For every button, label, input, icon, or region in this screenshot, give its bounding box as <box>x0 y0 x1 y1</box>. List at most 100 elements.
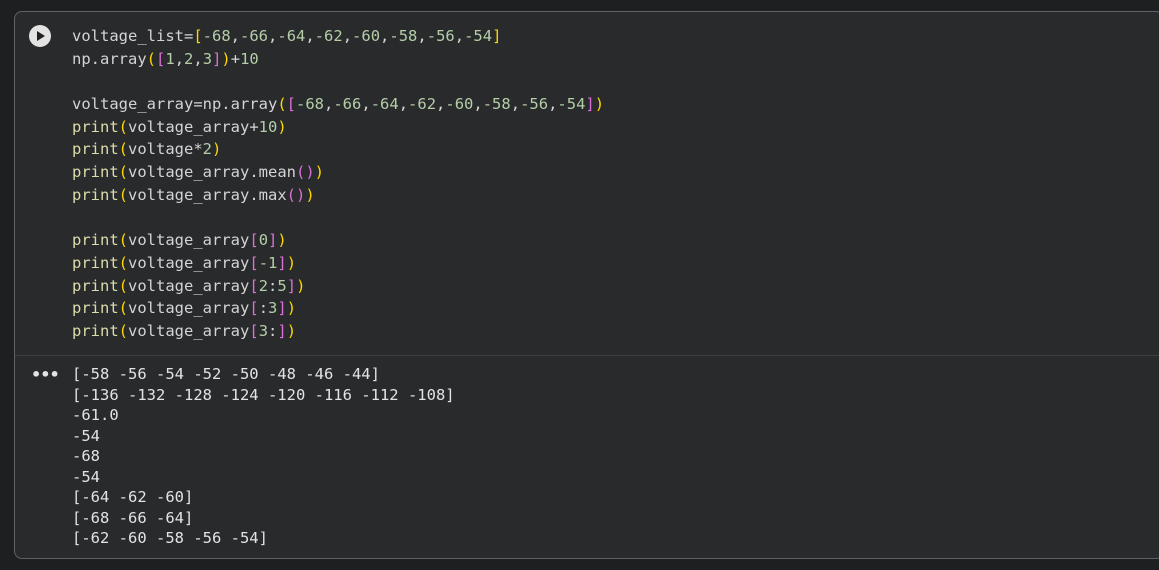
code-token: [ <box>249 253 259 272</box>
code-token: print <box>72 163 119 182</box>
code-token: voltage_array.mean <box>128 163 296 182</box>
code-token: ) <box>314 163 325 182</box>
code-token: ] <box>277 253 287 272</box>
code-token: -62 <box>314 27 343 45</box>
code-token: () <box>296 163 315 182</box>
code-token: [ <box>249 231 259 250</box>
code-token: , <box>436 95 446 114</box>
code-token: voltage_array <box>128 231 250 250</box>
code-line: print(voltage_array.max()) <box>72 184 1153 207</box>
code-token: voltage_array.max <box>128 185 287 204</box>
code-token: voltage* <box>128 140 203 159</box>
code-token: -56 <box>520 95 549 114</box>
code-token: , <box>398 95 409 114</box>
code-token: ) <box>286 253 297 272</box>
code-token: 2 <box>184 49 194 68</box>
code-token: voltage_array <box>128 299 250 318</box>
output-line: [-64 -62 -60] <box>72 488 194 506</box>
code-token: , <box>230 27 241 45</box>
output-line: [-136 -132 -128 -124 -120 -116 -112 -108… <box>72 385 455 404</box>
code-line: voltage_list=[-68,-66,-64,-62,-60,-58,-5… <box>72 25 1153 48</box>
code-token: -54 <box>464 27 493 45</box>
code-token: ] <box>277 321 287 340</box>
output-line: [-58 -56 -54 -52 -50 -48 -46 -44] <box>72 365 380 383</box>
code-token: 2 <box>258 276 269 295</box>
code-token: -58 <box>389 27 418 45</box>
code-token: print <box>72 321 119 340</box>
code-token: print <box>72 185 119 204</box>
code-token: 10 <box>240 49 259 68</box>
output-line: -68 <box>72 447 100 465</box>
code-token: -1 <box>258 253 278 272</box>
code-token: , <box>361 95 371 114</box>
code-token: -68 <box>202 27 231 45</box>
code-token: -64 <box>370 95 399 114</box>
code-token: ] <box>212 49 222 68</box>
code-token: ] <box>268 231 278 250</box>
code-token: -68 <box>296 95 324 114</box>
code-token: voltage_array+ <box>128 117 259 136</box>
code-token: -54 <box>557 95 586 114</box>
code-token: 3 <box>202 49 213 68</box>
code-token: ( <box>118 299 129 318</box>
code-token: 1 <box>165 49 175 68</box>
code-token: , <box>510 95 521 114</box>
code-token: -60 <box>352 27 381 45</box>
code-token: -64 <box>277 27 306 45</box>
code-token: ( <box>118 276 129 295</box>
code-token: print <box>72 253 119 272</box>
code-token: , <box>454 27 465 45</box>
code-line: print(voltage*2) <box>72 138 1153 161</box>
code-token: ( <box>118 185 129 204</box>
code-token: voltage_array <box>128 321 250 340</box>
run-cell-button[interactable] <box>29 25 51 47</box>
code-token: 5 <box>277 276 287 295</box>
cell-output: [-58 -56 -54 -52 -50 -48 -46 -44] [-136 -… <box>72 364 455 549</box>
code-token: ) <box>277 231 287 250</box>
code-token: , <box>380 27 390 45</box>
code-line: print(voltage_array[-1]) <box>72 252 1153 275</box>
code-token: , <box>324 95 334 114</box>
code-token: ) <box>296 276 306 295</box>
code-token: ) <box>286 299 297 318</box>
code-token: : <box>258 299 269 318</box>
code-token: -66 <box>333 95 362 114</box>
code-line: print(voltage_array+10) <box>72 116 1153 139</box>
code-token: -58 <box>482 95 511 114</box>
code-token: [ <box>286 95 296 114</box>
code-line: print(voltage_array[0]) <box>72 229 1153 252</box>
output-line: -61.0 <box>72 406 119 424</box>
code-token: print <box>72 140 119 159</box>
code-token: np.array <box>72 49 147 68</box>
code-token: , <box>193 49 203 68</box>
code-token: : <box>268 321 278 340</box>
code-line: np.array([1,2,3])+10 <box>72 48 1153 71</box>
code-token: ( <box>118 231 129 250</box>
code-token: 10 <box>258 117 278 136</box>
code-token: voltage_list= <box>72 27 194 45</box>
code-token: print <box>72 231 119 250</box>
code-token: ( <box>277 95 287 114</box>
code-token: , <box>417 27 427 45</box>
code-token: 3 <box>268 299 278 318</box>
code-token: ( <box>118 140 129 159</box>
output-menu-button[interactable]: ••• <box>31 364 60 386</box>
code-token: print <box>72 299 119 318</box>
code-token: ] <box>585 95 595 114</box>
code-token: , <box>548 95 558 114</box>
output-line: [-62 -60 -58 -56 -54] <box>72 529 268 547</box>
code-token: [ <box>249 299 259 318</box>
code-token: 0 <box>258 231 269 250</box>
code-token: , <box>305 27 315 45</box>
code-editor[interactable]: voltage_list=[-68,-66,-64,-62,-60,-58,-5… <box>72 25 1153 343</box>
code-token: ) <box>221 49 231 68</box>
code-token: ) <box>594 95 605 114</box>
code-token: [ <box>193 27 203 45</box>
code-token: ) <box>277 117 287 136</box>
code-token: [ <box>249 276 259 295</box>
code-token: -62 <box>408 95 437 114</box>
code-token: 2 <box>202 140 213 159</box>
code-cell[interactable]: voltage_list=[-68,-66,-64,-62,-60,-58,-5… <box>14 11 1159 559</box>
